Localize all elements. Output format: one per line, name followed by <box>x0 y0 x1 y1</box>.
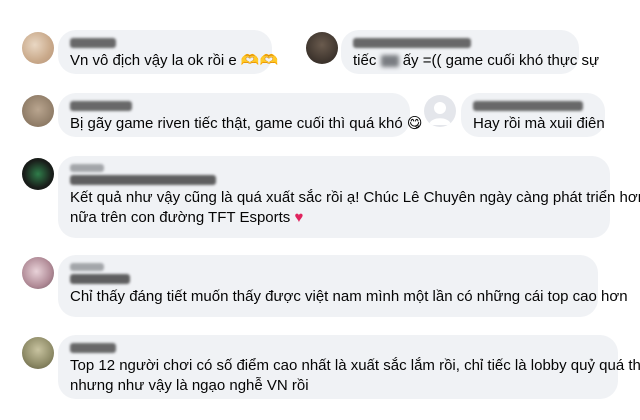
avatar[interactable] <box>306 32 338 64</box>
commenter-timestamp-blurred <box>70 164 104 172</box>
comment-bubble: Vn vô địch vậy la ok rồi e 🫶🫶 <box>58 30 279 74</box>
avatar[interactable] <box>22 95 54 127</box>
comment-text: tiếc ấy =(( game cuối khó thực sự <box>353 51 599 71</box>
comment-bubble: tiếc ấy =(( game cuối khó thực sự <box>341 30 599 74</box>
comment-text-part: nữa trên con đường TFT Esports <box>70 209 291 226</box>
commenter-name-blurred[interactable] <box>70 274 130 284</box>
comment-text: Chỉ thấy đáng tiết muốn thấy được việt n… <box>70 288 628 305</box>
commenter-name-blurred[interactable] <box>353 38 471 48</box>
comment-bubble: Hay rồi mà xuii điên <box>461 93 605 137</box>
comment-text-line: Top 12 người chơi có số điểm cao nhất là… <box>70 357 640 374</box>
comment-text: Hay rồi mà xuii điên <box>473 115 605 132</box>
commenter-name-blurred[interactable] <box>473 101 583 111</box>
default-avatar-icon[interactable] <box>424 95 456 127</box>
commenter-name-blurred[interactable] <box>70 38 116 48</box>
comment-text: Bị gãy game riven tiếc thật, game cuối t… <box>70 115 423 132</box>
avatar[interactable] <box>22 158 54 190</box>
comment-text-part: ấy =(( game cuối khó thực sự <box>402 52 600 69</box>
commenter-name-blurred[interactable] <box>70 175 216 185</box>
comment-text: Vn vô địch vậy la ok rồi e 🫶🫶 <box>70 52 279 69</box>
blurred-word <box>380 55 399 68</box>
comment-bubble: Kết quả như vậy cũng là quá xuất sắc rồi… <box>58 156 640 238</box>
comment-bubble: Chỉ thấy đáng tiết muốn thấy được việt n… <box>58 255 628 317</box>
comment-bubble: Bị gãy game riven tiếc thật, game cuối t… <box>58 93 423 137</box>
commenter-name-blurred[interactable] <box>70 343 116 353</box>
avatar[interactable] <box>22 257 54 289</box>
avatar[interactable] <box>22 337 54 369</box>
comment-text-line: nhưng như vậy là ngạo nghễ VN rồi <box>70 377 309 394</box>
avatar[interactable] <box>22 32 54 64</box>
comment-text-line: Kết quả như vậy cũng là quá xuất sắc rồi… <box>70 189 640 206</box>
commenter-name-blurred[interactable] <box>70 101 132 111</box>
comment-text-line: nữa trên con đường TFT Esports ♥ <box>70 208 598 228</box>
comment-bubble: Top 12 người chơi có số điểm cao nhất là… <box>58 335 640 399</box>
commenter-timestamp-blurred <box>70 263 104 271</box>
comment-text-part: tiếc <box>353 52 377 69</box>
heart-icon: ♥ <box>294 209 304 226</box>
